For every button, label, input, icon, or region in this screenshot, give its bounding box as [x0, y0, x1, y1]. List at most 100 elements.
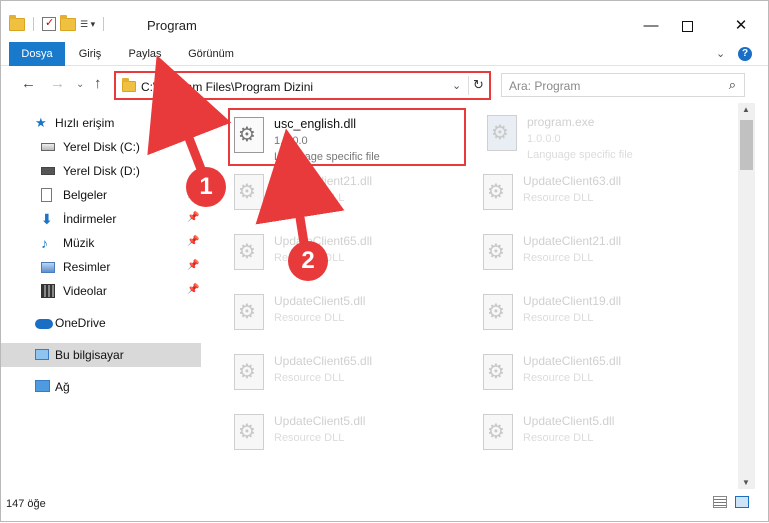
dll-file-icon: [234, 414, 264, 450]
address-dropdown-icon[interactable]: ⌄: [452, 79, 461, 92]
file-item[interactable]: UpdateClient65.dll Resource DLL: [230, 227, 460, 283]
dll-file-icon: [483, 234, 513, 270]
dll-file-icon: [234, 234, 264, 270]
maximize-icon: [681, 20, 693, 32]
file-description: Resource DLL: [523, 432, 594, 444]
dll-file-icon: [234, 117, 264, 153]
sidebar-item-label: Yerel Disk (C:): [63, 140, 140, 154]
file-item[interactable]: UpdateClient5.dll Resource DLL: [230, 407, 460, 463]
pictures-icon: [41, 262, 55, 273]
file-item[interactable]: UpdateClient63.dll Resource DLL: [479, 167, 709, 223]
file-name: UpdateClient65.dll: [523, 354, 622, 368]
divider: [103, 17, 105, 31]
title-bar: ☰ ▾ Program — ✕: [1, 1, 768, 41]
pin-icon[interactable]: 📌: [187, 260, 199, 271]
file-name: UpdateClient63.dll: [523, 174, 622, 188]
search-icon[interactable]: ⌕: [729, 77, 736, 93]
downloads-icon: ⬇: [41, 211, 53, 227]
refresh-icon[interactable]: ↻: [473, 77, 484, 93]
file-description: Resource DLL: [274, 372, 345, 384]
item-count: 147 öğe: [6, 498, 46, 510]
sidebar-item-label: Videolar: [63, 284, 107, 298]
sidebar-item-pictures[interactable]: Resimler 📌: [1, 255, 201, 279]
file-name: UpdateClient21.dll: [274, 174, 373, 188]
file-name: UpdateClient19.dll: [523, 294, 622, 308]
step-2-badge: 2: [288, 241, 328, 281]
tab-dosya[interactable]: Dosya: [9, 42, 65, 66]
file-description: Resource DLL: [523, 312, 594, 324]
dll-file-icon: [483, 354, 513, 390]
address-bar[interactable]: C:\Program Files\Program Dizini ⌄ ↻: [114, 71, 491, 100]
up-arrow-icon[interactable]: ↑: [94, 75, 102, 92]
quick-access-toolbar: ☰ ▾: [9, 14, 108, 31]
pin-icon[interactable]: 📌: [187, 212, 199, 223]
file-name: UpdateClient65.dll: [274, 234, 373, 248]
sidebar-item-documents[interactable]: Belgeler 📌: [1, 183, 201, 207]
file-item[interactable]: UpdateClient21.dll Resource DLL: [230, 167, 460, 223]
sidebar-item-label: Resimler: [63, 260, 111, 274]
file-name: UpdateClient21.dll: [523, 234, 622, 248]
sidebar-item-local-disk-d[interactable]: Yerel Disk (D:): [1, 159, 201, 183]
customize-qat-icon[interactable]: ☰ ▾: [80, 19, 95, 30]
file-item[interactable]: UpdateClient5.dll Resource DLL: [230, 287, 460, 343]
new-folder-icon[interactable]: [60, 14, 76, 31]
sidebar-item-label: Hızlı erişim: [55, 116, 115, 130]
scroll-down-icon[interactable]: ▼: [742, 478, 750, 487]
file-item[interactable]: UpdateClient21.dll Resource DLL: [479, 227, 709, 283]
sidebar-item-onedrive[interactable]: OneDrive: [1, 311, 201, 335]
ribbon-tabs: Dosya Giriş Paylaş Görünüm ⌄ ?: [1, 42, 768, 66]
file-item-usc-english-dll[interactable]: usc_english.dll 1.0.0.0 Language specifi…: [228, 108, 466, 166]
onedrive-icon: [35, 319, 53, 329]
file-item[interactable]: UpdateClient5.dll Resource DLL: [479, 407, 709, 463]
music-icon: ♪: [41, 235, 48, 251]
sidebar-item-music[interactable]: ♪ Müzik 📌: [1, 231, 201, 255]
sidebar-item-label: OneDrive: [55, 316, 106, 330]
sidebar-item-quick-access[interactable]: ★ Hızlı erişim: [1, 111, 201, 135]
drive-icon: [41, 143, 55, 151]
tab-giris[interactable]: Giriş: [77, 42, 103, 66]
sidebar-item-this-pc[interactable]: Bu bilgisayar: [1, 343, 201, 367]
details-view-icon[interactable]: [713, 496, 727, 508]
pin-icon[interactable]: 📌: [187, 284, 199, 295]
file-name: UpdateClient5.dll: [274, 294, 366, 308]
drive-icon: [41, 167, 55, 175]
tab-paylas[interactable]: Paylaş: [125, 42, 165, 66]
file-description: Resource DLL: [274, 312, 345, 324]
maximize-button[interactable]: [664, 11, 710, 41]
file-description: Resource DLL: [274, 192, 345, 204]
help-icon[interactable]: ?: [738, 47, 752, 61]
tiles-view-icon[interactable]: [735, 496, 749, 508]
dll-file-icon: [483, 414, 513, 450]
pin-icon[interactable]: 📌: [187, 236, 199, 247]
status-bar: 147 öğe: [1, 491, 768, 521]
forward-arrow-icon[interactable]: →: [50, 75, 65, 92]
sidebar-item-videos[interactable]: Videolar 📌: [1, 279, 201, 303]
search-input[interactable]: Ara: Program ⌕: [501, 73, 745, 97]
dll-file-icon: [234, 174, 264, 210]
navigation-pane: ★ Hızlı erişim Yerel Disk (C:) Yerel Dis…: [1, 103, 207, 479]
expand-ribbon-icon[interactable]: ⌄: [716, 47, 725, 60]
close-button[interactable]: ✕: [718, 11, 764, 41]
file-item-program-exe[interactable]: program.exe 1.0.0.0 Language specific fi…: [483, 108, 713, 164]
videos-icon: [41, 284, 55, 298]
file-version: 1.0.0.0: [274, 135, 308, 147]
recent-locations-icon[interactable]: ⌄: [76, 79, 84, 90]
sidebar-item-label: Ağ: [55, 380, 70, 394]
back-arrow-icon[interactable]: ←: [21, 75, 36, 92]
file-item[interactable]: UpdateClient65.dll Resource DLL: [479, 347, 709, 403]
address-path[interactable]: C:\Program Files\Program Dizini: [141, 80, 313, 94]
file-name: usc_english.dll: [274, 117, 356, 131]
tab-gorunum[interactable]: Görünüm: [181, 42, 241, 66]
properties-icon[interactable]: [42, 16, 56, 31]
sidebar-item-local-disk-c[interactable]: Yerel Disk (C:): [1, 135, 201, 159]
exe-file-icon: [487, 115, 517, 151]
file-item[interactable]: UpdateClient19.dll Resource DLL: [479, 287, 709, 343]
file-item[interactable]: UpdateClient65.dll Resource DLL: [230, 347, 460, 403]
sidebar-item-downloads[interactable]: ⬇ İndirmeler 📌: [1, 207, 201, 231]
vertical-scrollbar[interactable]: ▲ ▼: [738, 103, 755, 489]
search-placeholder: Ara: Program: [509, 79, 581, 93]
divider: [33, 17, 34, 31]
scrollbar-thumb[interactable]: [740, 120, 753, 170]
sidebar-item-network[interactable]: Ağ: [1, 375, 201, 399]
scroll-up-icon[interactable]: ▲: [742, 105, 750, 114]
